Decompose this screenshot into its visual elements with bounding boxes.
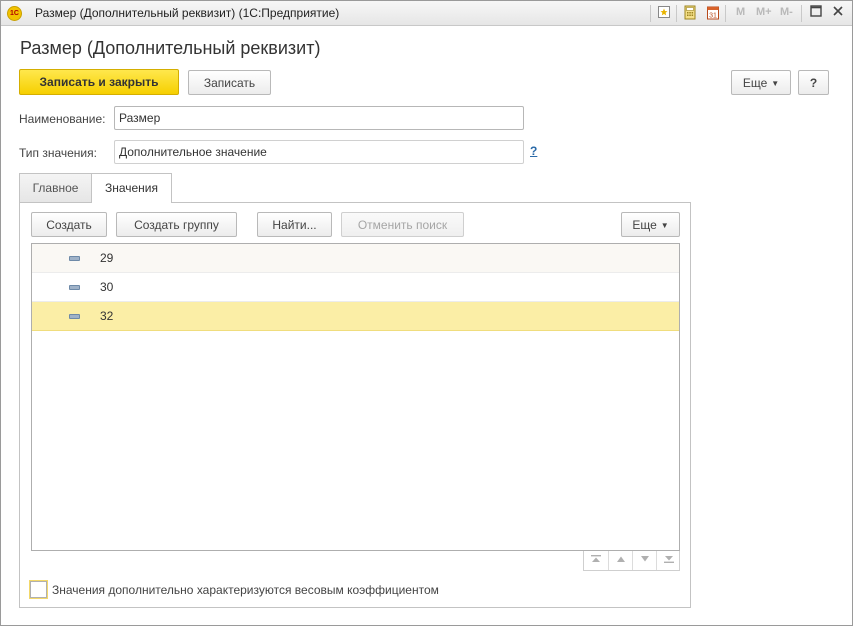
value-type-label: Тип значения:: [19, 146, 97, 160]
memory-m-plus-button[interactable]: M+: [756, 6, 772, 18]
move-to-top-icon[interactable]: [584, 551, 608, 570]
titlebar-separator: [676, 5, 677, 22]
titlebar-separator: [725, 5, 726, 22]
memory-m-button[interactable]: M: [736, 6, 745, 18]
more-actions-button[interactable]: Еще ▼: [731, 70, 791, 95]
titlebar-separator: [801, 5, 802, 22]
app-logo-icon[interactable]: 1С: [7, 6, 22, 21]
save-and-close-button[interactable]: Записать и закрыть: [19, 69, 179, 95]
window-title: Размер (Дополнительный реквизит) (1С:Пре…: [35, 6, 340, 20]
value-item-icon: [69, 256, 80, 261]
chevron-down-icon: ▼: [771, 79, 780, 88]
memory-m-minus-button[interactable]: M-: [780, 6, 793, 18]
value-item-icon: [69, 285, 80, 290]
create-button[interactable]: Создать: [31, 212, 107, 237]
form-window: 1С Размер (Дополнительный реквизит) (1С:…: [0, 0, 853, 626]
svg-text:31: 31: [709, 13, 717, 20]
tab-values[interactable]: Значения: [91, 173, 172, 203]
list-navigation: [583, 551, 680, 571]
weight-coefficient-checkbox[interactable]: [30, 581, 47, 598]
list-item[interactable]: 29: [32, 244, 679, 273]
titlebar-separator: [650, 5, 651, 22]
weight-coefficient-label: Значения дополнительно характеризуются в…: [52, 583, 439, 597]
list-item[interactable]: 30: [32, 273, 679, 302]
list-item-value: 30: [100, 280, 114, 294]
value-type-help-link[interactable]: ?: [530, 144, 537, 158]
calendar-icon[interactable]: 31: [705, 5, 721, 21]
page-title: Размер (Дополнительный реквизит): [20, 38, 321, 58]
values-list[interactable]: 29 30 32: [31, 243, 680, 551]
values-more-label: Еще: [632, 218, 657, 232]
value-item-icon: [69, 314, 80, 319]
list-item-value: 32: [100, 309, 114, 323]
move-down-icon[interactable]: [632, 551, 656, 570]
tab-main[interactable]: Главное: [19, 173, 92, 202]
restore-window-icon[interactable]: [808, 4, 824, 22]
more-actions-label: Еще: [742, 76, 768, 90]
find-button[interactable]: Найти...: [257, 212, 332, 237]
chevron-down-icon: ▼: [660, 221, 669, 230]
calculator-icon[interactable]: [682, 5, 698, 21]
list-item-selected[interactable]: 32: [32, 302, 679, 331]
name-field[interactable]: [114, 106, 524, 130]
name-label: Наименование:: [19, 112, 106, 126]
cancel-search-button[interactable]: Отменить поиск: [341, 212, 464, 237]
values-more-button[interactable]: Еще ▼: [621, 212, 680, 237]
favorite-icon[interactable]: [656, 5, 672, 21]
create-group-button[interactable]: Создать группу: [116, 212, 237, 237]
title-bar: 1С Размер (Дополнительный реквизит) (1С:…: [1, 1, 852, 26]
move-up-icon[interactable]: [608, 551, 632, 570]
value-type-field[interactable]: [114, 140, 524, 164]
close-icon[interactable]: [830, 4, 846, 22]
list-item-value: 29: [100, 251, 114, 265]
save-button[interactable]: Записать: [188, 70, 271, 95]
help-button[interactable]: ?: [798, 70, 829, 95]
move-to-bottom-icon[interactable]: [656, 551, 680, 570]
